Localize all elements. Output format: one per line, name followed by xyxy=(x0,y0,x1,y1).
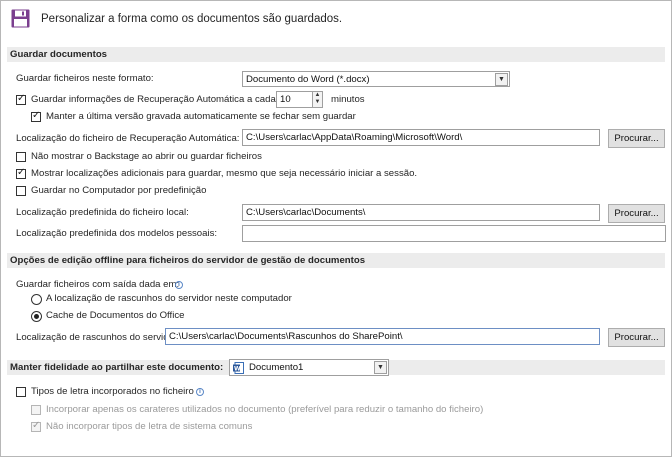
default-local-input[interactable]: C:\Users\carlac\Documents\ xyxy=(242,204,600,221)
embed-fonts-label: Tipos de letra incorporados no ficheiro xyxy=(31,386,194,397)
document-select-value: Documento1 xyxy=(249,362,304,373)
autorecover-label: Guardar informações de Recuperação Autom… xyxy=(31,94,276,105)
drafts-location-input[interactable]: C:\Users\carlac\Documents\Rascunhos do S… xyxy=(165,328,600,345)
radio-server-drafts[interactable] xyxy=(31,294,42,305)
save-to-computer-checkbox[interactable] xyxy=(16,186,26,196)
show-locations-label: Mostrar localizações adicionais para gua… xyxy=(31,168,418,179)
spin-down-icon[interactable]: ▼ xyxy=(313,99,322,106)
browse-default-local-button[interactable]: Procurar... xyxy=(608,204,665,223)
format-select-value: Documento do Word (*.docx) xyxy=(246,74,370,85)
embed-fonts-checkbox[interactable] xyxy=(16,387,26,397)
radio-office-cache[interactable] xyxy=(31,311,42,322)
default-local-label: Localização predefinida do ficheiro loca… xyxy=(16,207,189,218)
autorecover-checkbox[interactable]: ✓ xyxy=(16,93,26,105)
keep-last-version-label: Manter a última versão gravada automatic… xyxy=(46,111,356,122)
page-title: Personalizar a forma como os documentos … xyxy=(41,13,343,25)
save-floppy-icon xyxy=(11,9,30,28)
save-to-computer-label: Guardar no Computador por predefinição xyxy=(31,185,207,196)
drafts-location-label: Localização de rascunhos do servidor: xyxy=(16,332,180,343)
radio-selected-dot xyxy=(34,314,39,319)
embed-used-chars-checkbox[interactable] xyxy=(31,405,41,415)
embed-used-chars-label: Incorporar apenas os carateres utilizado… xyxy=(46,404,484,415)
show-locations-checkbox[interactable]: ✓ xyxy=(16,167,26,179)
svg-text:W: W xyxy=(234,365,241,372)
radio-office-cache-label: Cache de Documentos do Office xyxy=(46,310,185,321)
autorecover-minutes-input[interactable]: 10 xyxy=(276,91,313,108)
no-backstage-checkbox[interactable] xyxy=(16,152,26,162)
word-document-icon: W xyxy=(233,362,244,374)
templates-input[interactable] xyxy=(242,225,666,242)
spin-up-icon[interactable]: ▲ xyxy=(313,92,322,99)
autorecover-location-input[interactable]: C:\Users\carlac\AppData\Roaming\Microsof… xyxy=(242,129,600,146)
templates-label: Localização predefinida dos modelos pess… xyxy=(16,228,218,239)
checked-out-text: Guardar ficheiros com saída dada em: xyxy=(16,279,180,290)
section-save-documents: Guardar documentos xyxy=(7,47,665,62)
browse-drafts-button[interactable]: Procurar... xyxy=(608,328,665,347)
info-icon[interactable]: i xyxy=(175,281,183,289)
minutes-label: minutos xyxy=(331,94,365,105)
autorecover-location-label: Localização do ficheiro de Recuperação A… xyxy=(16,133,240,144)
checked-out-label: Guardar ficheiros com saída dada em: xyxy=(16,279,179,291)
no-backstage-label: Não mostrar o Backstage ao abrir ou guar… xyxy=(31,151,262,162)
info-icon[interactable]: i xyxy=(196,388,204,396)
format-label: Guardar ficheiros neste formato: xyxy=(16,73,154,84)
section-offline-editing: Opções de edição offline para ficheiros … xyxy=(7,253,665,268)
save-options-panel: Personalizar a forma como os documentos … xyxy=(0,0,672,457)
no-system-fonts-label: Não incorporar tipos de letra de sistema… xyxy=(46,421,253,432)
radio-server-drafts-label: A localização de rascunhos do servidor n… xyxy=(46,293,292,304)
format-select[interactable]: Documento do Word (*.docx) ▼ xyxy=(242,71,510,87)
document-select[interactable]: W Documento1 ▼ xyxy=(229,359,389,376)
keep-last-version-checkbox[interactable]: ✓ xyxy=(31,110,41,122)
minutes-spinner[interactable]: ▲ ▼ xyxy=(312,91,323,108)
chevron-down-icon: ▼ xyxy=(374,361,387,374)
chevron-down-icon: ▼ xyxy=(495,73,508,86)
no-system-fonts-checkbox[interactable]: ✓ xyxy=(31,420,41,432)
browse-autorecover-button[interactable]: Procurar... xyxy=(608,129,665,148)
